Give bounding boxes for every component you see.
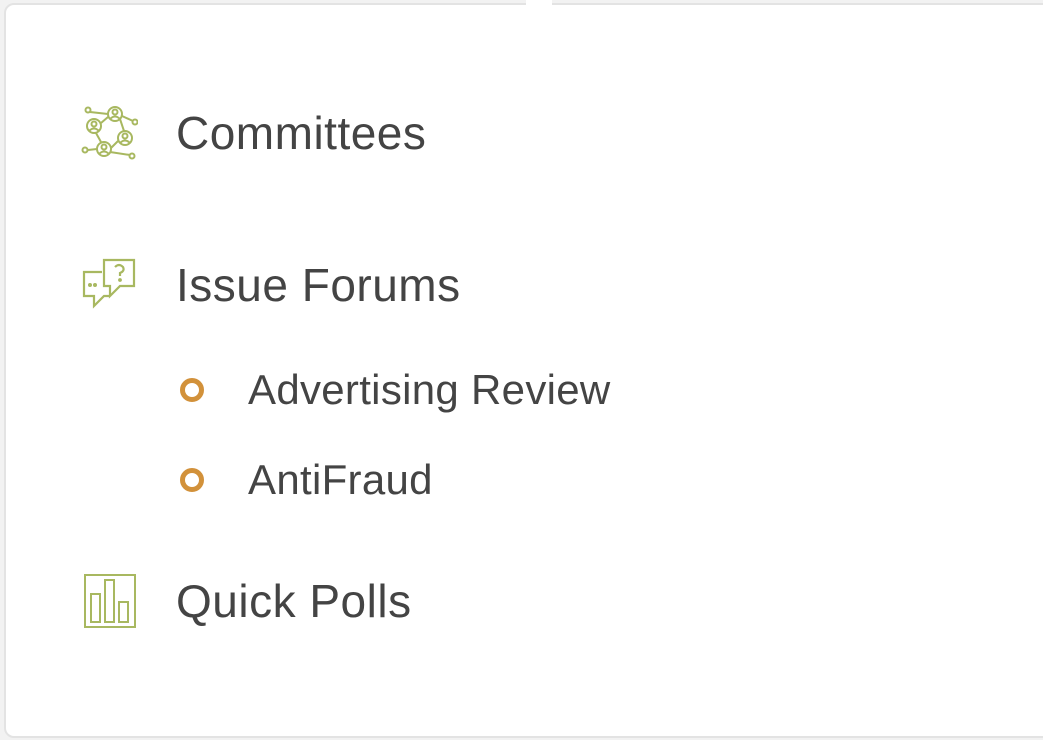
- forum-chat-question-icon: [80, 256, 138, 314]
- forum-item-antifraud[interactable]: AntiFraud: [180, 456, 433, 504]
- forum-item-advertising-review[interactable]: Advertising Review: [180, 366, 611, 414]
- circle-bullet-icon: [180, 378, 204, 402]
- circle-bullet-icon: [180, 468, 204, 492]
- forum-item-label: AntiFraud: [248, 456, 433, 503]
- committees-network-icon: [80, 104, 138, 162]
- page: Committees Issue Forums Advertising Revi…: [0, 0, 1043, 740]
- menu-item-issue-forums[interactable]: Issue Forums: [80, 256, 461, 314]
- panel-caret: [526, 0, 552, 9]
- forum-item-label: Advertising Review: [248, 366, 611, 413]
- bar-chart-icon: [80, 572, 138, 630]
- menu-item-label: Issue Forums: [176, 259, 461, 311]
- menu-item-label: Committees: [176, 107, 427, 159]
- menu-item-label: Quick Polls: [176, 575, 412, 627]
- menu-item-quick-polls[interactable]: Quick Polls: [80, 572, 412, 630]
- menu-item-committees[interactable]: Committees: [80, 104, 426, 162]
